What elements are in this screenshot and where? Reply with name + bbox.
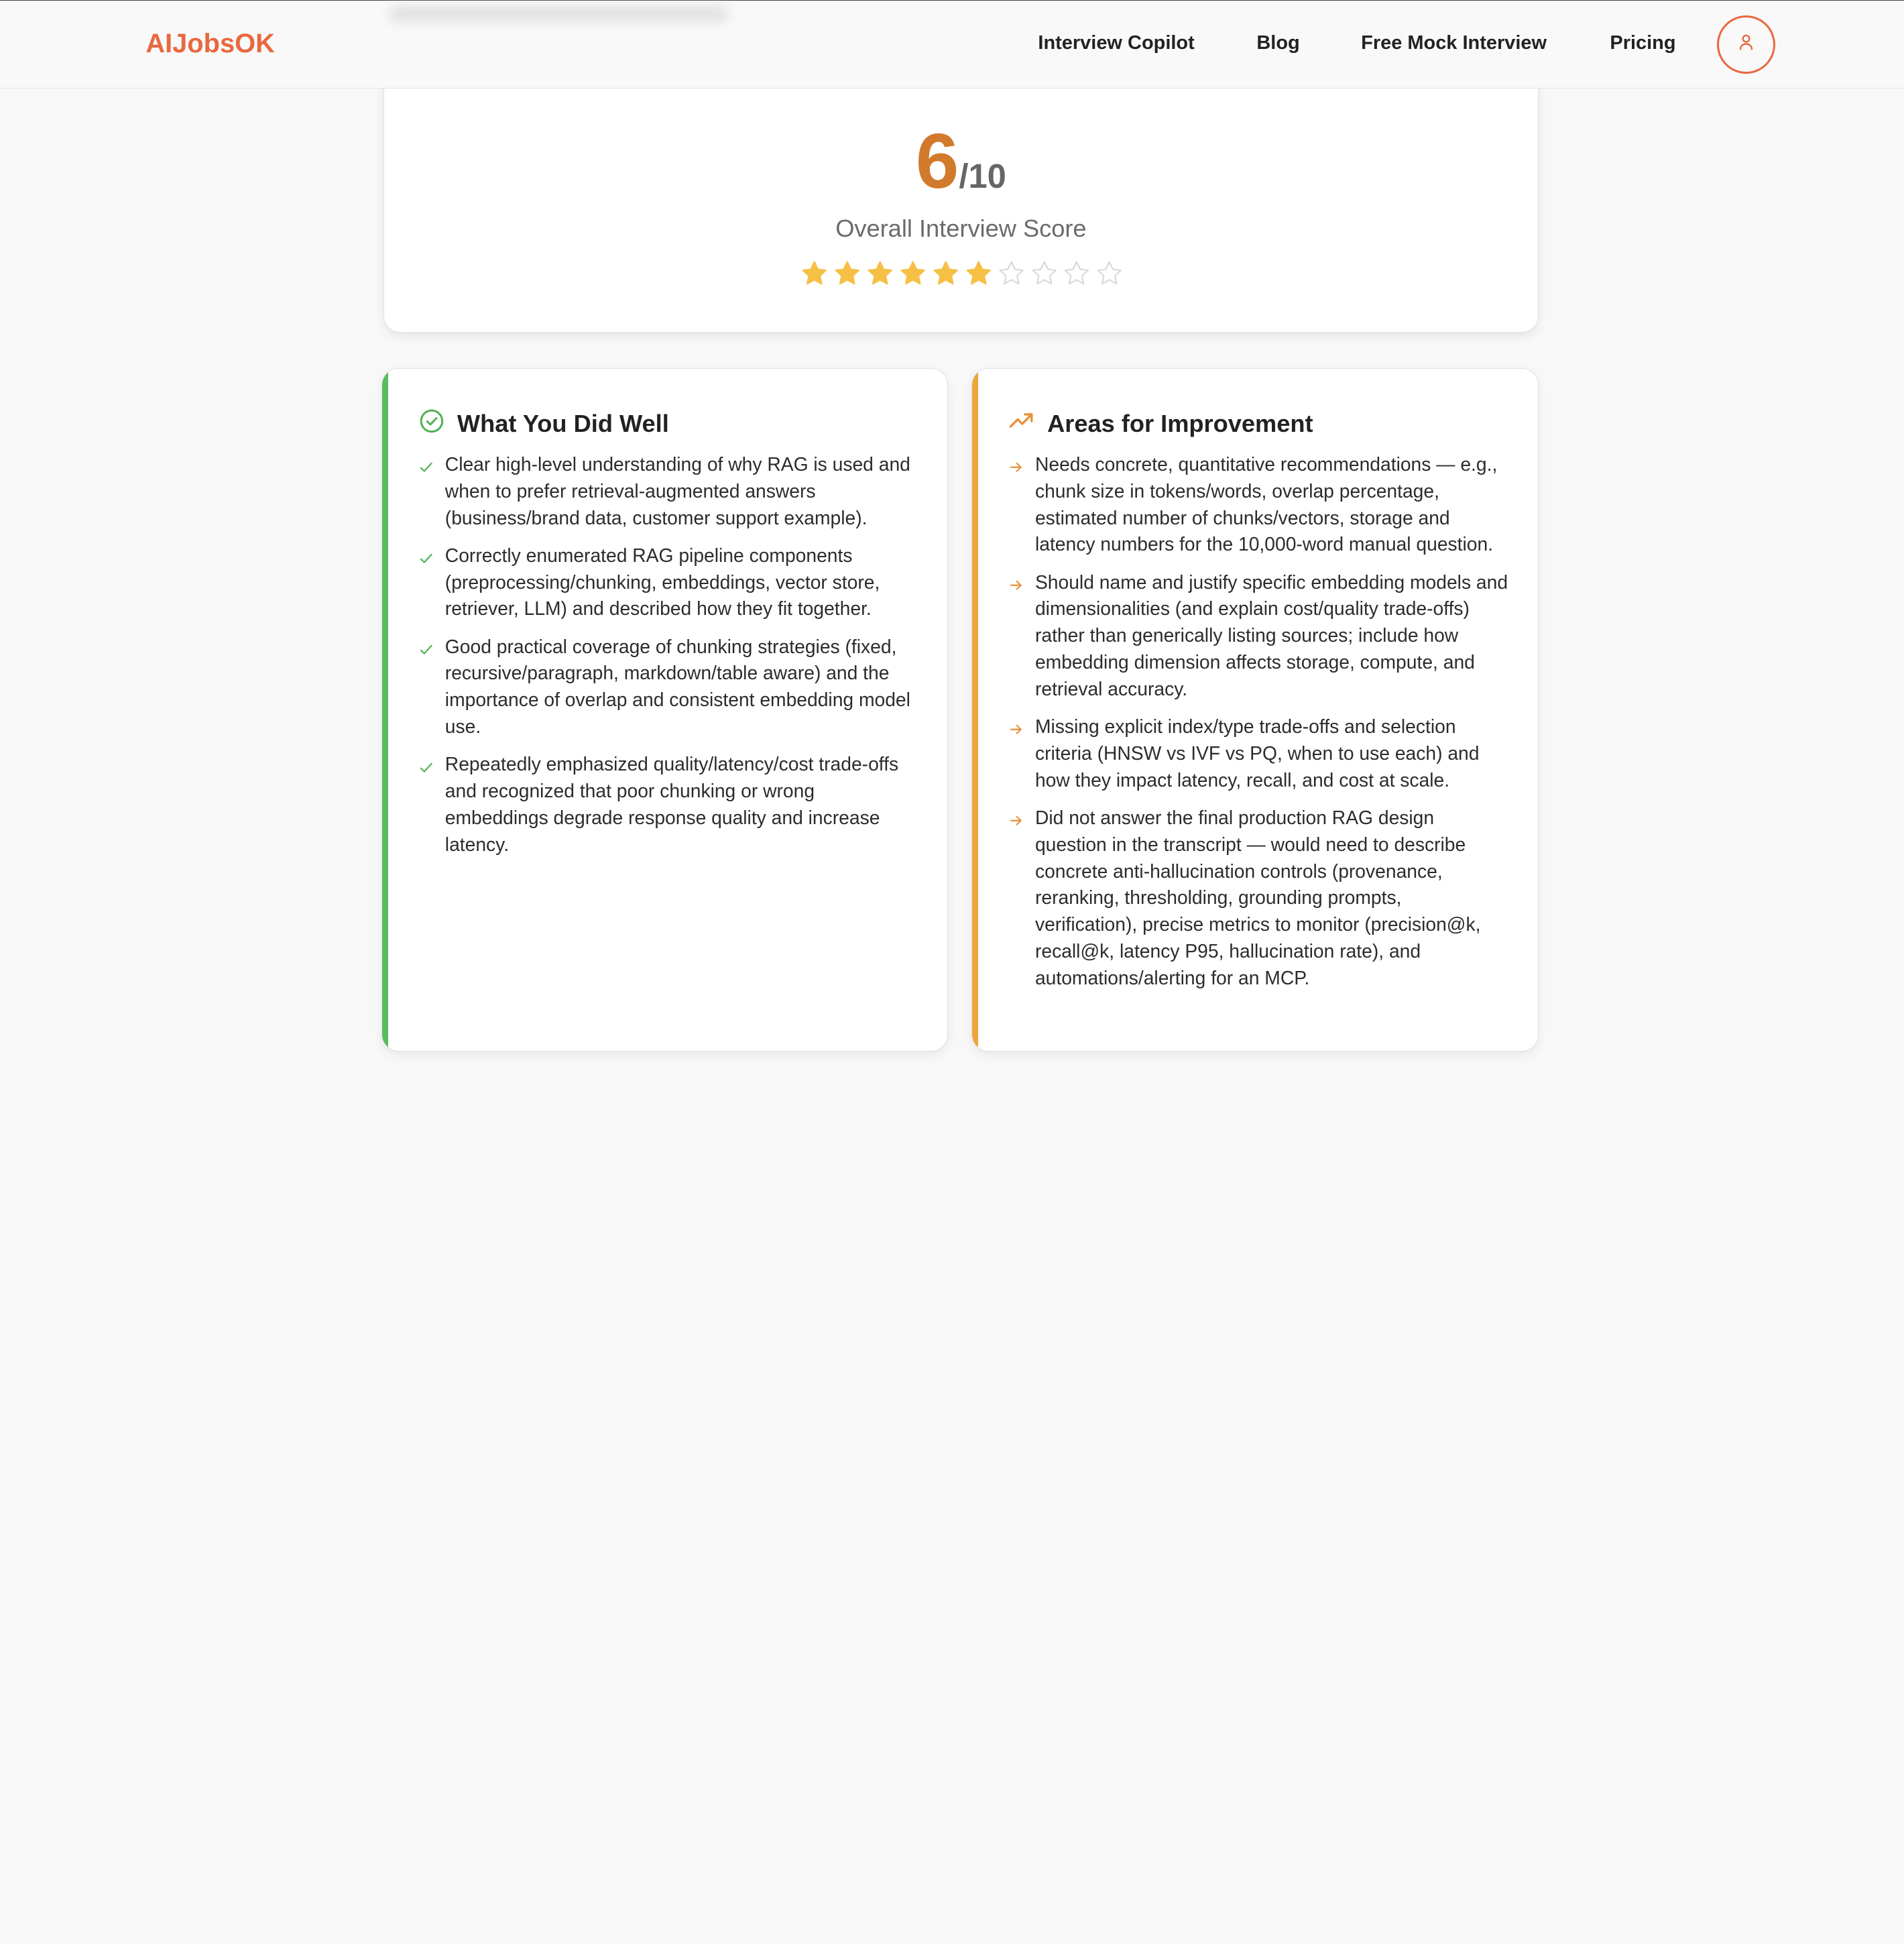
star-empty-icon	[1095, 259, 1124, 293]
list-item: Clear high-level understanding of why RA…	[418, 451, 918, 532]
list-item: Should name and justify specific embeddi…	[1008, 569, 1508, 703]
user-icon	[1736, 32, 1756, 57]
brand-logo[interactable]: AIJobsOK	[145, 29, 275, 59]
star-filled-icon	[866, 259, 894, 293]
improvements-heading: Areas for Improvement	[1008, 408, 1313, 441]
check-icon	[418, 459, 434, 532]
score-display: 6/10	[384, 116, 1537, 206]
check-icon	[418, 758, 434, 858]
star-rating	[800, 259, 1124, 293]
strengths-card: What You Did Well Clear high-level under…	[381, 367, 949, 1052]
arrow-right-icon	[1008, 459, 1024, 559]
list-item-text: Should name and justify specific embeddi…	[1034, 571, 1508, 699]
strengths-heading: What You Did Well	[418, 408, 669, 441]
blurred-background-text	[388, 7, 729, 21]
top-nav: AIJobsOK Interview Copilot Blog Free Moc…	[0, 0, 1904, 89]
nav-item-pricing[interactable]: Pricing	[1610, 32, 1675, 54]
star-empty-icon	[1062, 259, 1091, 293]
check-icon	[418, 640, 434, 740]
account-button[interactable]	[1716, 15, 1775, 74]
check-circle-icon	[418, 408, 445, 441]
list-item: Missing explicit index/type trade-offs a…	[1008, 713, 1508, 794]
arrow-right-icon	[1008, 812, 1024, 992]
star-filled-icon	[833, 259, 861, 293]
list-item-text: Repeatedly emphasized quality/latency/co…	[444, 753, 899, 855]
improvements-list: Needs concrete, quantitative recommendat…	[1008, 451, 1508, 1003]
list-item-text: Good practical coverage of chunking stra…	[444, 635, 910, 738]
nav-item-interview-copilot[interactable]: Interview Copilot	[1038, 32, 1194, 54]
star-empty-icon	[997, 259, 1026, 293]
improvements-card: Areas for Improvement Needs concrete, qu…	[971, 367, 1539, 1052]
strengths-title: What You Did Well	[457, 410, 669, 438]
star-filled-icon	[931, 259, 960, 293]
list-item: Correctly enumerated RAG pipeline compon…	[418, 542, 918, 623]
list-item: Repeatedly emphasized quality/latency/co…	[418, 751, 918, 858]
list-item-text: Correctly enumerated RAG pipeline compon…	[444, 544, 880, 620]
star-filled-icon	[800, 259, 829, 293]
list-item: Did not answer the final production RAG …	[1008, 805, 1508, 992]
nav-item-blog[interactable]: Blog	[1256, 32, 1299, 54]
list-item-text: Did not answer the final production RAG …	[1034, 806, 1481, 988]
check-icon	[418, 550, 434, 623]
strengths-list: Clear high-level understanding of why RA…	[418, 451, 918, 869]
list-item-text: Needs concrete, quantitative recommendat…	[1034, 453, 1498, 555]
star-empty-icon	[1030, 259, 1059, 293]
score-value: 6	[915, 117, 959, 205]
score-label: Overall Interview Score	[835, 214, 1087, 242]
arrow-right-icon	[1008, 721, 1024, 794]
list-item: Needs concrete, quantitative recommendat…	[1008, 451, 1508, 558]
nav-item-free-mock-interview[interactable]: Free Mock Interview	[1361, 32, 1547, 54]
page: 6/10 Overall Interview Score What You Di…	[0, 0, 1904, 1074]
list-item-text: Missing explicit index/type trade-offs a…	[1034, 716, 1480, 791]
score-max: /10	[959, 157, 1006, 196]
improvements-title: Areas for Improvement	[1047, 410, 1313, 438]
star-filled-icon	[964, 259, 993, 293]
star-filled-icon	[898, 259, 927, 293]
list-item-text: Clear high-level understanding of why RA…	[444, 453, 910, 528]
arrow-right-icon	[1008, 576, 1024, 702]
list-item: Good practical coverage of chunking stra…	[418, 634, 918, 740]
trending-up-icon	[1008, 408, 1035, 441]
